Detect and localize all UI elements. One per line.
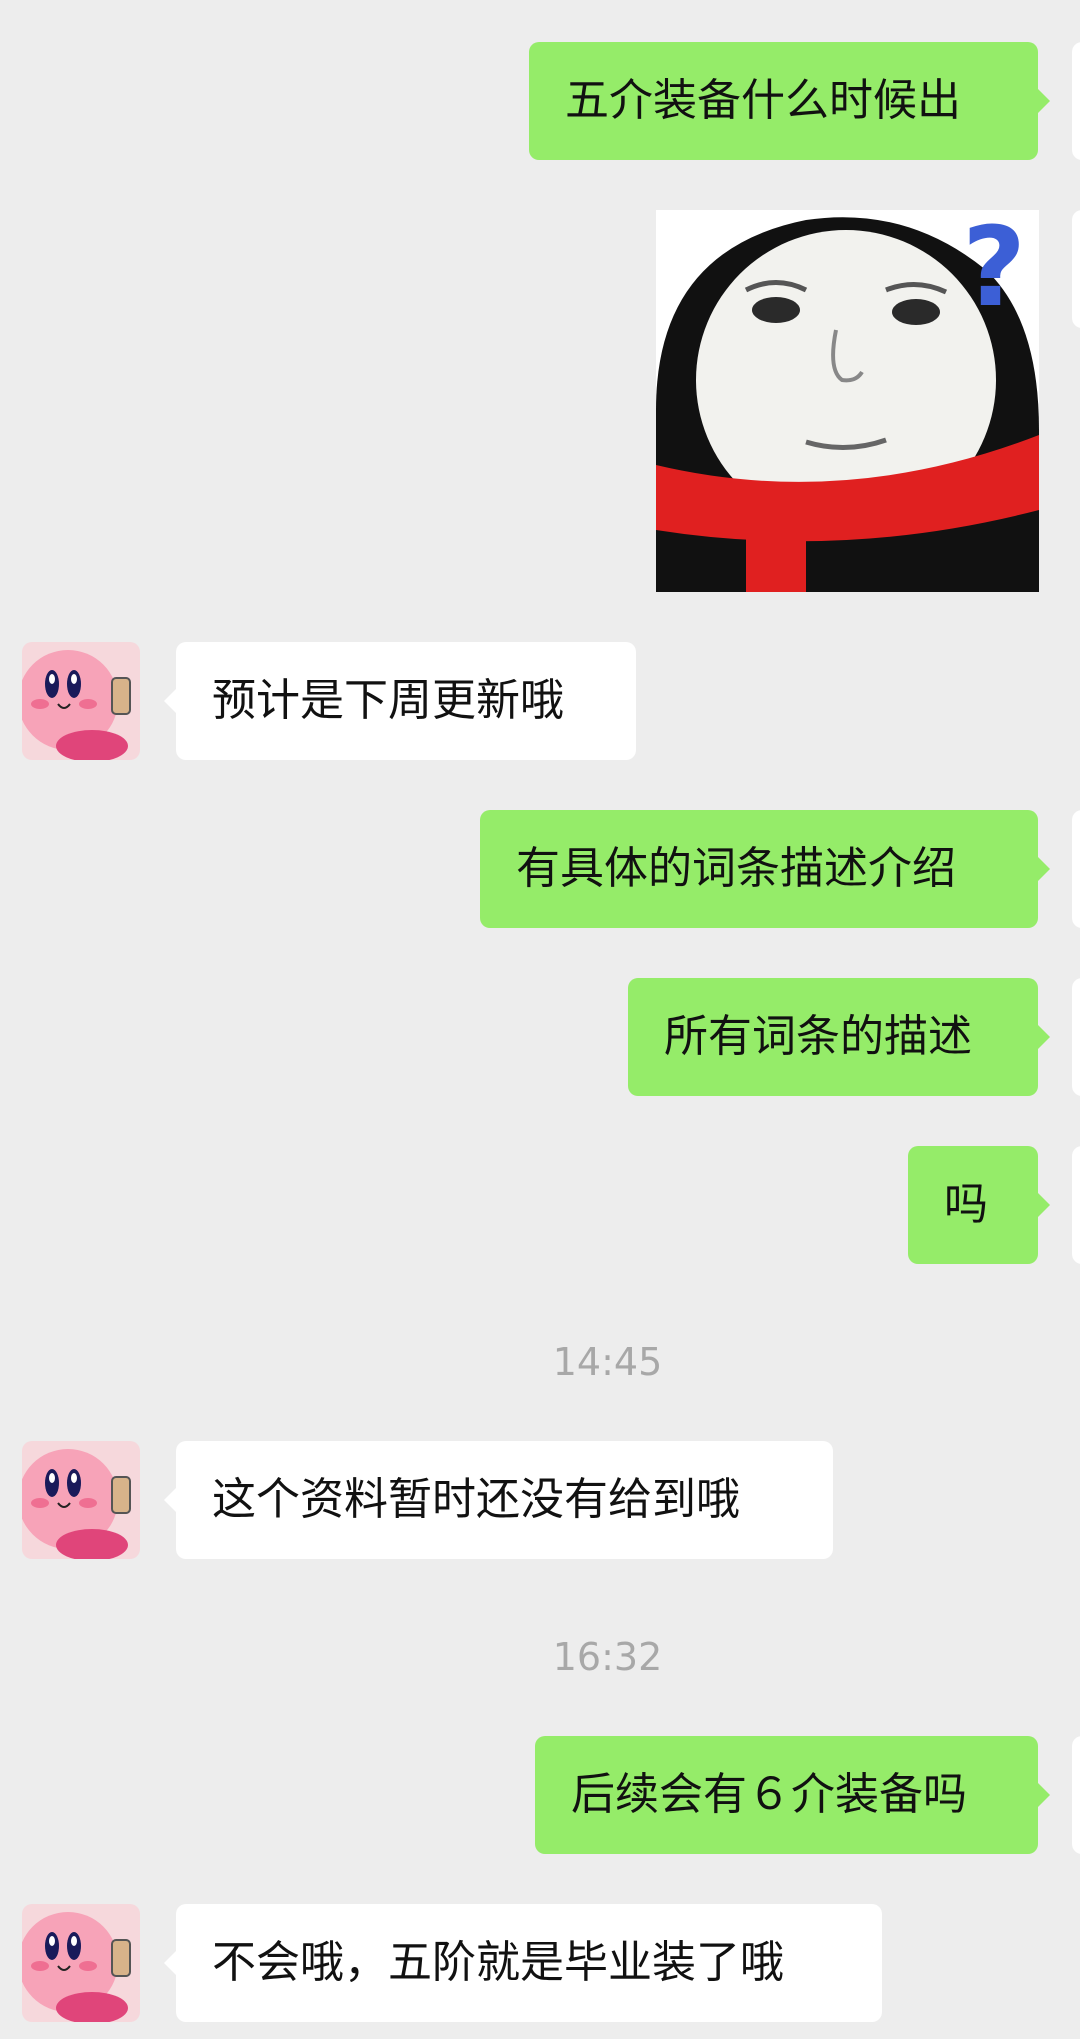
timestamp: 14:45 bbox=[552, 1340, 663, 1384]
bubble-tail bbox=[1038, 857, 1050, 881]
outgoing-message-bubble[interactable]: 后续会有６介装备吗 bbox=[535, 1736, 1038, 1854]
bubble-tail bbox=[1038, 1025, 1050, 1049]
incoming-message-bubble[interactable]: 预计是下周更新哦 bbox=[176, 642, 636, 760]
bubble-tail bbox=[164, 1951, 176, 1975]
penguin-meme-question-sticker[interactable]: ? bbox=[656, 210, 1039, 592]
outgoing-message-bubble[interactable]: 所有词条的描述 bbox=[628, 978, 1038, 1096]
bubble-tail bbox=[1038, 89, 1050, 113]
own-avatar-edge[interactable] bbox=[1072, 978, 1080, 1096]
kirby-avatar[interactable] bbox=[22, 1441, 140, 1559]
question-mark-glyph: ? bbox=[962, 210, 1026, 331]
kirby-avatar[interactable] bbox=[22, 1904, 140, 2022]
bubble-tail bbox=[1038, 1193, 1050, 1217]
outgoing-message-bubble[interactable]: 五介装备什么时候出 bbox=[529, 42, 1038, 160]
outgoing-message-bubble[interactable]: 吗 bbox=[908, 1146, 1038, 1264]
own-avatar-edge[interactable] bbox=[1072, 42, 1080, 160]
own-avatar-edge[interactable] bbox=[1072, 210, 1080, 328]
own-avatar-edge[interactable] bbox=[1072, 1736, 1080, 1854]
bubble-tail bbox=[164, 1488, 176, 1512]
own-avatar-edge[interactable] bbox=[1072, 810, 1080, 928]
incoming-message-bubble[interactable]: 不会哦，五阶就是毕业装了哦 bbox=[176, 1904, 882, 2022]
bubble-tail bbox=[164, 689, 176, 713]
own-avatar-edge[interactable] bbox=[1072, 1146, 1080, 1264]
outgoing-message-bubble[interactable]: 有具体的词条描述介绍 bbox=[480, 810, 1038, 928]
bubble-tail bbox=[1038, 1783, 1050, 1807]
incoming-message-bubble[interactable]: 这个资料暂时还没有给到哦 bbox=[176, 1441, 833, 1559]
kirby-avatar[interactable] bbox=[22, 642, 140, 760]
timestamp: 16:32 bbox=[552, 1635, 663, 1679]
